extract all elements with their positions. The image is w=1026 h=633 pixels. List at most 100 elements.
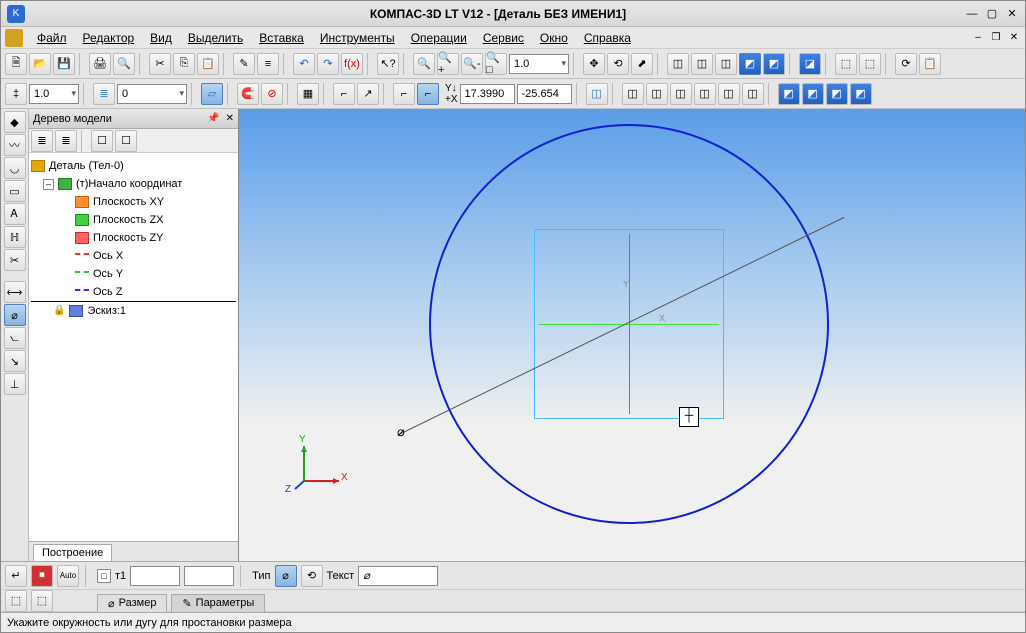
tree-plane-zx[interactable]: Плоскость ZX — [31, 211, 236, 229]
snap-button[interactable]: 🧲 — [237, 83, 259, 105]
undo-button[interactable]: ↶ — [293, 53, 315, 75]
sketch-mode-button[interactable]: ▱ — [201, 83, 223, 105]
pin-icon[interactable]: 📌 — [207, 113, 219, 124]
menu-operations[interactable]: Операции — [403, 29, 475, 47]
pan-button[interactable]: ✥ — [583, 53, 605, 75]
tool-he[interactable]: ℍ — [4, 226, 26, 248]
iso2-button[interactable]: ◩ — [802, 83, 824, 105]
menu-editor[interactable]: Редактор — [75, 29, 143, 47]
linewidth-combo[interactable]: 1.0 — [29, 84, 79, 104]
redo-button[interactable]: ↷ — [317, 53, 339, 75]
tree-mode1-button[interactable]: ☐ — [91, 130, 113, 152]
iso1-button[interactable]: ◩ — [778, 83, 800, 105]
hidden-remove-button[interactable]: ◫ — [715, 53, 737, 75]
tree-plane-zy[interactable]: Плоскость ZY — [31, 229, 236, 247]
paste-button[interactable]: 📋 — [197, 53, 219, 75]
layers-icon[interactable]: ≣ — [93, 83, 115, 105]
iso3-button[interactable]: ◩ — [826, 83, 848, 105]
mdi-minimize-icon[interactable]: – — [971, 32, 985, 44]
tree-tab-build[interactable]: Построение — [33, 544, 112, 561]
tool-arc[interactable]: ◡ — [4, 157, 26, 179]
menu-view[interactable]: Вид — [142, 29, 180, 47]
viewport[interactable]: X Y ⌀ ┼ X Y Z — [239, 109, 1025, 561]
prop-pt-icon[interactable]: □ — [97, 569, 111, 583]
prop-tab-dimension[interactable]: ⌀ Размер — [97, 594, 167, 612]
view5-button[interactable]: ◫ — [718, 83, 740, 105]
wireframe-button[interactable]: ◫ — [667, 53, 689, 75]
properties-button[interactable]: ✎ — [233, 53, 255, 75]
view2-button[interactable]: ◫ — [646, 83, 668, 105]
menu-window[interactable]: Окно — [532, 29, 576, 47]
hidden-thin-button[interactable]: ◫ — [691, 53, 713, 75]
close-icon[interactable]: ✕ — [1005, 7, 1019, 21]
linewidth-icon[interactable]: ‡ — [5, 83, 27, 105]
menu-file[interactable]: Файл — [29, 29, 75, 47]
prop-t1y-field[interactable] — [184, 566, 234, 586]
view1-button[interactable]: ◫ — [622, 83, 644, 105]
coord-y-field[interactable]: -25.654 — [517, 84, 572, 104]
tree-close-icon[interactable]: ✕ — [226, 113, 234, 124]
document-icon[interactable] — [5, 29, 23, 47]
prop-tab-params[interactable]: ✎ Параметры — [171, 594, 265, 612]
tree-axis-y[interactable]: Ось Y — [31, 265, 236, 283]
prop-text-field[interactable]: ⌀ — [358, 566, 438, 586]
view6-button[interactable]: ◫ — [742, 83, 764, 105]
tree-plane-xy[interactable]: Плоскость XY — [31, 193, 236, 211]
collapse-icon[interactable]: – — [43, 179, 54, 190]
zoom-window-button[interactable]: 🔍 — [413, 53, 435, 75]
cursor-button[interactable]: ↖? — [377, 53, 399, 75]
prop-t1x-field[interactable] — [130, 566, 180, 586]
view3-button[interactable]: ◫ — [670, 83, 692, 105]
tool-text[interactable]: Ꭺ — [4, 203, 26, 225]
tree-axis-z[interactable]: Ось Z — [31, 283, 236, 301]
tool-rect[interactable]: ▭ — [4, 180, 26, 202]
offset-combo[interactable]: 0 — [117, 84, 187, 104]
prop-stop-button[interactable]: ⏹ — [31, 565, 53, 587]
zoom-fit-button[interactable]: 🔍□ — [485, 53, 507, 75]
coord-x-field[interactable]: 17.3990 — [460, 84, 515, 104]
minimize-icon[interactable]: — — [965, 7, 979, 21]
zoom-out-button[interactable]: 🔍- — [461, 53, 483, 75]
menu-insert[interactable]: Вставка — [251, 29, 312, 47]
prop-nav2-button[interactable]: ⬚ — [31, 590, 53, 612]
simplify-button[interactable]: ⬚ — [859, 53, 881, 75]
new-button[interactable]: 🗎 — [5, 53, 27, 75]
prop-apply-button[interactable]: ↵ — [5, 565, 27, 587]
menu-help[interactable]: Справка — [576, 29, 639, 47]
view-iso-button[interactable]: ◫ — [586, 83, 608, 105]
tree-root[interactable]: Деталь (Тел-0) — [31, 157, 236, 175]
grid-button[interactable]: ▦ — [297, 83, 319, 105]
zoom-in-button[interactable]: 🔍+ — [437, 53, 459, 75]
tool-dim-diameter[interactable]: ⌀ — [4, 304, 26, 326]
localcs2-button[interactable]: ⌐ — [417, 83, 439, 105]
tool-dim-datum[interactable]: ⊥ — [4, 373, 26, 395]
localcs-button[interactable]: ⌐ — [393, 83, 415, 105]
rotate-button[interactable]: ⟲ — [607, 53, 629, 75]
cut-button[interactable]: ✂ — [149, 53, 171, 75]
menu-tools[interactable]: Инструменты — [312, 29, 403, 47]
rebuild-button[interactable]: ⟳ — [895, 53, 917, 75]
tree-origin[interactable]: – (т)Начало координат — [31, 175, 236, 193]
zoom-combo[interactable]: 1.0 — [509, 54, 569, 74]
snap-disable-button[interactable]: ⊘ — [261, 83, 283, 105]
mdi-restore-icon[interactable]: ❐ — [989, 32, 1003, 44]
tree-show-button[interactable]: ≣ — [31, 130, 53, 152]
copy-button[interactable]: ⎘ — [173, 53, 195, 75]
iso4-button[interactable]: ◩ — [850, 83, 872, 105]
prop-auto-button[interactable]: Auto — [57, 565, 79, 587]
shaded-edges-button[interactable]: ◩ — [763, 53, 785, 75]
orient-button[interactable]: ⬈ — [631, 53, 653, 75]
view4-button[interactable]: ◫ — [694, 83, 716, 105]
shaded-button[interactable]: ◩ — [739, 53, 761, 75]
round-button[interactable]: ⌐ — [333, 83, 355, 105]
ortho-button[interactable]: ↗ — [357, 83, 379, 105]
menu-service[interactable]: Сервис — [475, 29, 532, 47]
tool-dim-angle[interactable]: ⦦ — [4, 327, 26, 349]
variables-button[interactable]: f(x) — [341, 53, 363, 75]
mdi-close-icon[interactable]: ✕ — [1007, 32, 1021, 44]
tool-dim-leader[interactable]: ↘ — [4, 350, 26, 372]
tool-dim-linear[interactable]: ⟷ — [4, 281, 26, 303]
maximize-icon[interactable]: ▢ — [985, 7, 999, 21]
prop-type-rad-button[interactable]: ⟲ — [301, 565, 323, 587]
tool-point[interactable]: ◆ — [4, 111, 26, 133]
